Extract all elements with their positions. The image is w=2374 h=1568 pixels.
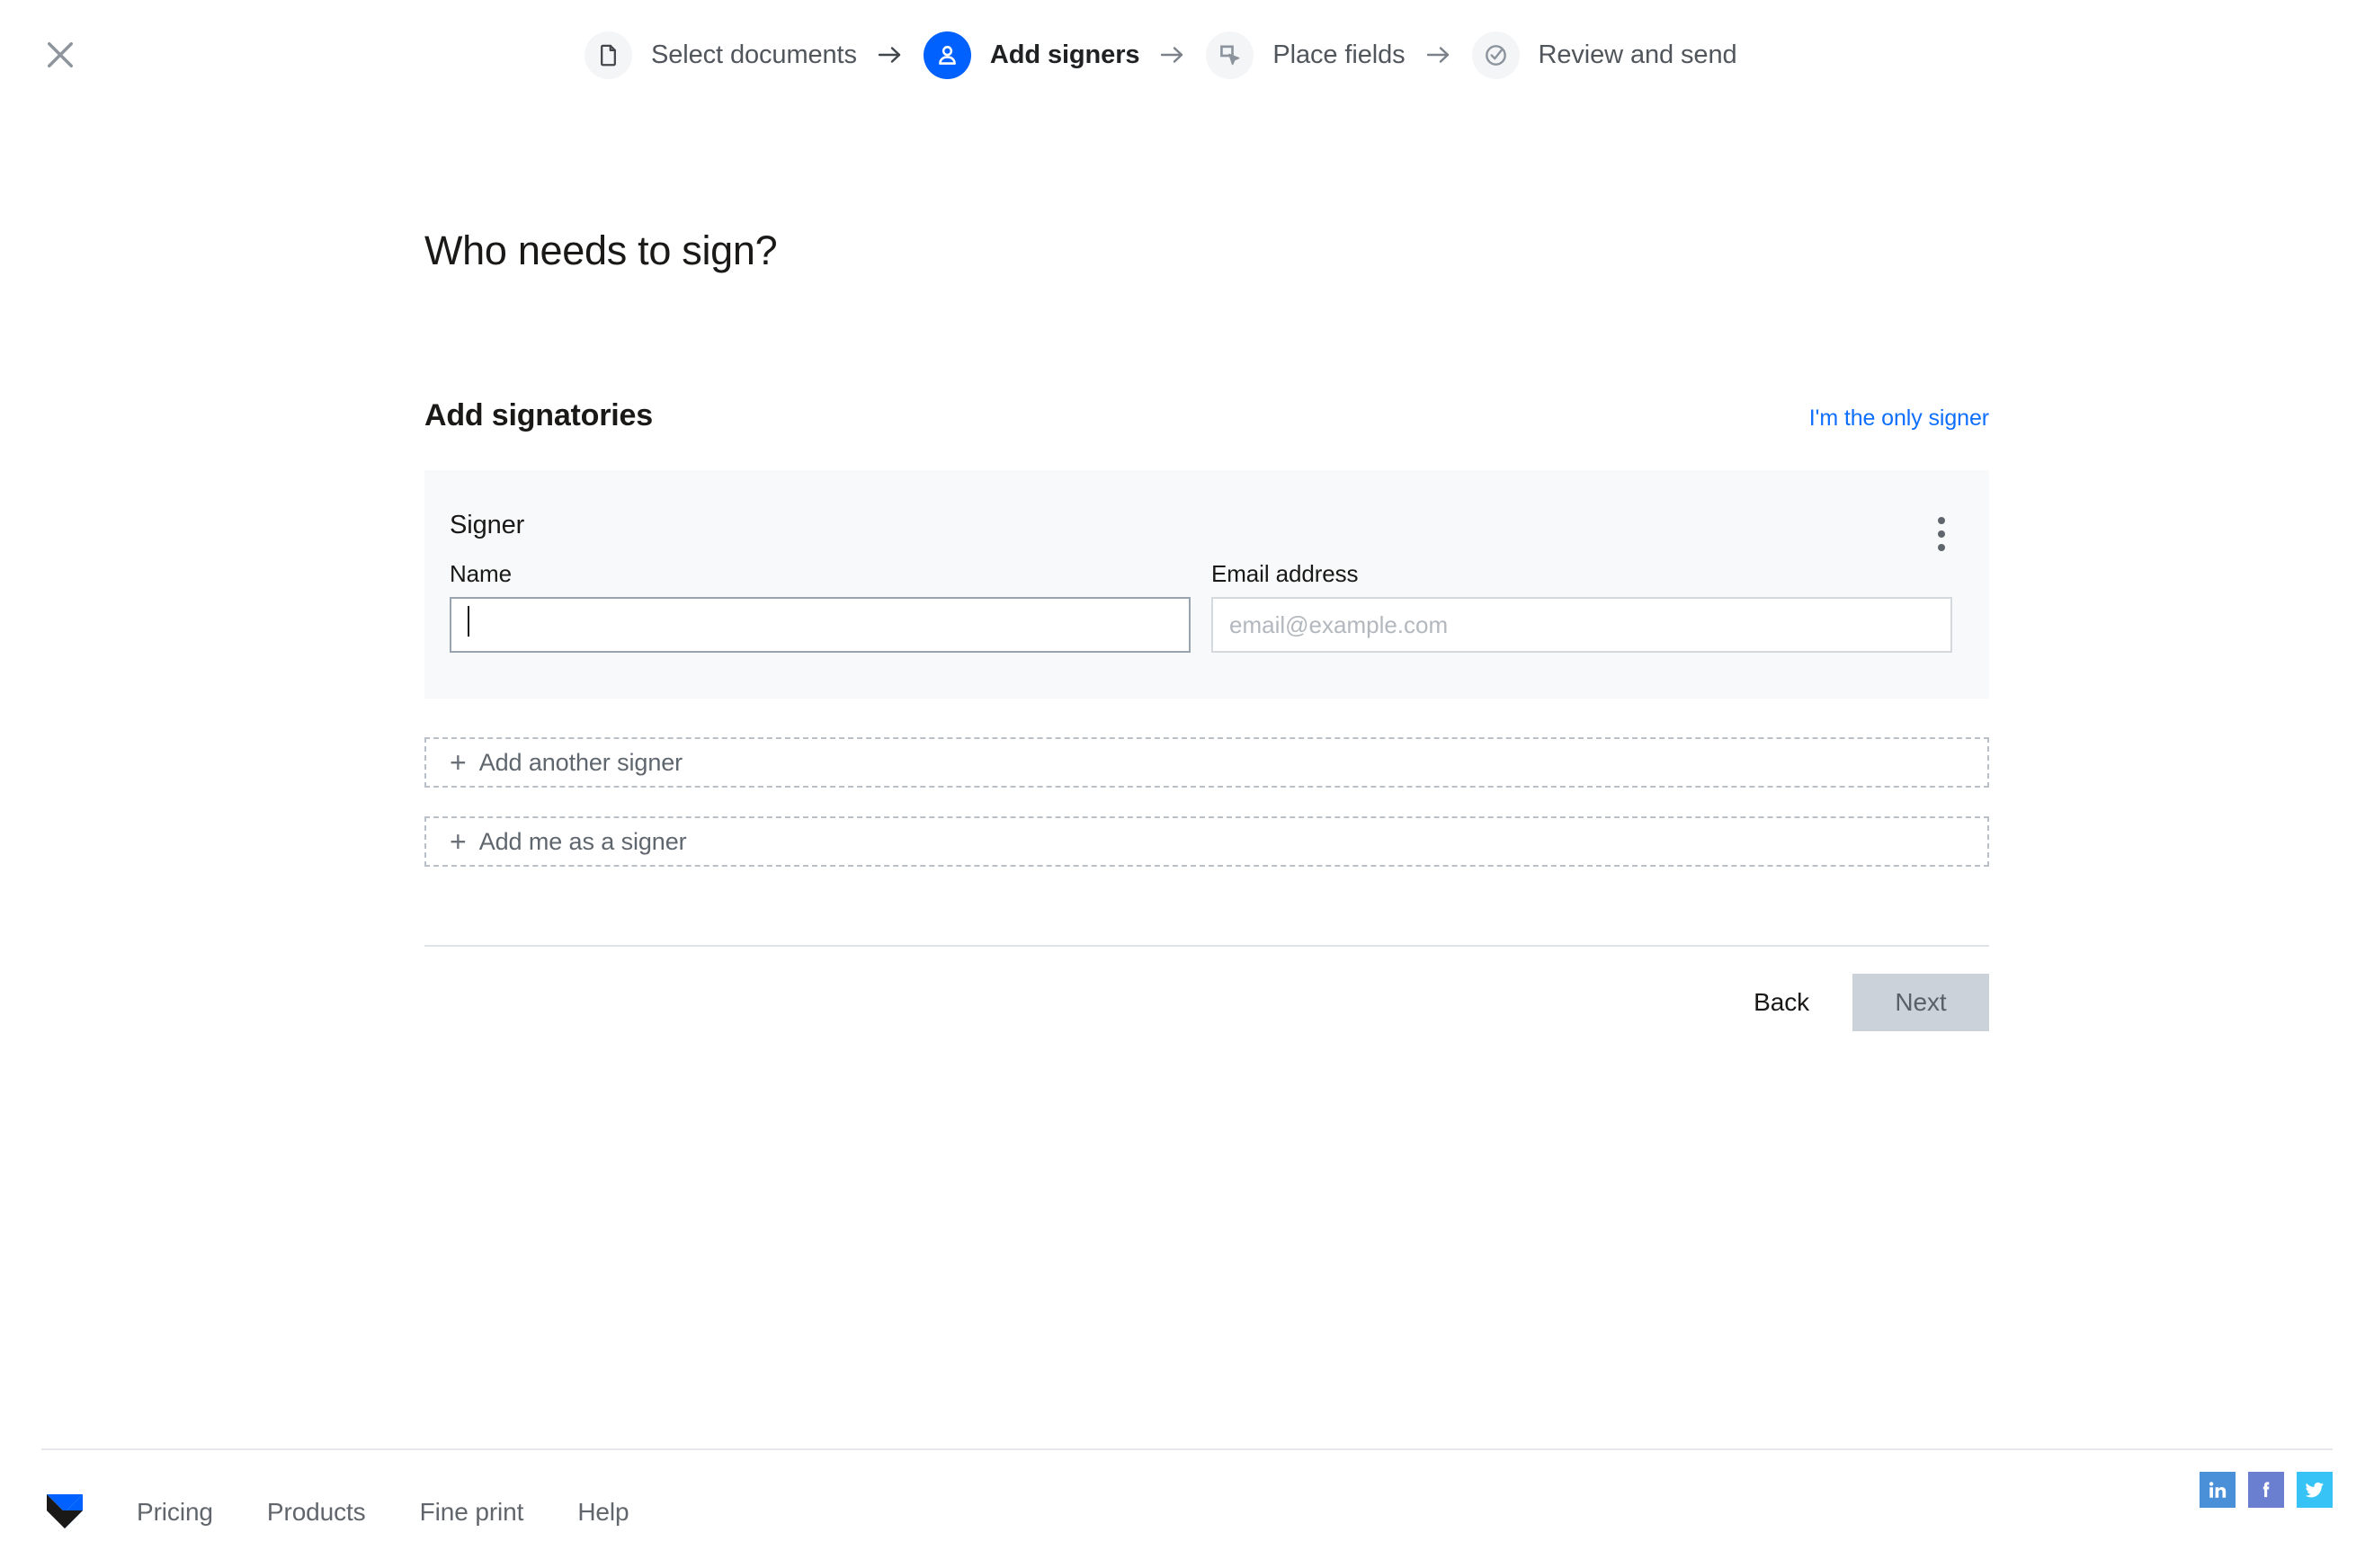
add-another-signer-label: Add another signer xyxy=(479,749,683,777)
document-icon xyxy=(585,31,632,79)
step-select-documents[interactable]: Select documents xyxy=(585,31,857,79)
footer-link-pricing[interactable]: Pricing xyxy=(137,1498,213,1527)
step-label: Review and send xyxy=(1539,40,1737,70)
signer-fields-row: Name Email address xyxy=(450,560,1964,653)
section-title: Add signatories xyxy=(424,398,653,433)
step-label: Place fields xyxy=(1272,40,1405,70)
only-signer-link[interactable]: I'm the only signer xyxy=(1809,405,1989,432)
name-field-group: Name xyxy=(450,560,1191,653)
signer-options-kebab-icon[interactable] xyxy=(1926,514,1957,554)
check-circle-icon xyxy=(1472,31,1520,79)
hellosign-logo[interactable] xyxy=(45,1492,85,1532)
page-title: Who needs to sign? xyxy=(424,227,777,274)
footer-link-help[interactable]: Help xyxy=(577,1498,629,1527)
step-label: Add signers xyxy=(990,40,1140,70)
section-header: Add signatories I'm the only signer xyxy=(424,398,1989,443)
footer: Pricing Products Fine print Help xyxy=(0,1448,2374,1568)
close-icon[interactable] xyxy=(31,25,90,85)
step-review-and-send[interactable]: Review and send xyxy=(1472,31,1737,79)
footer-social-links xyxy=(2200,1472,2333,1508)
person-icon xyxy=(924,31,971,79)
plus-icon: + xyxy=(450,748,467,777)
twitter-icon[interactable] xyxy=(2297,1472,2333,1508)
plus-icon: + xyxy=(450,827,467,856)
footer-link-products[interactable]: Products xyxy=(267,1498,366,1527)
step-label: Select documents xyxy=(651,40,857,70)
signer-card: Signer Name Email address xyxy=(424,470,1989,699)
signer-email-input[interactable] xyxy=(1211,597,1952,653)
top-bar: Select documents Add signers xyxy=(0,0,2374,108)
section-divider xyxy=(424,945,1989,947)
facebook-icon[interactable] xyxy=(2248,1472,2284,1508)
signer-heading: Signer xyxy=(450,511,524,540)
back-button[interactable]: Back xyxy=(1734,977,1829,1028)
add-another-signer-button[interactable]: + Add another signer xyxy=(424,737,1989,788)
step-add-signers[interactable]: Add signers xyxy=(924,31,1140,79)
email-label: Email address xyxy=(1211,560,1952,588)
cursor-field-icon xyxy=(1206,31,1254,79)
step-place-fields[interactable]: Place fields xyxy=(1206,31,1405,79)
wizard-navigation: Back Next xyxy=(1734,974,1989,1031)
add-me-as-signer-label: Add me as a signer xyxy=(479,828,687,856)
email-field-group: Email address xyxy=(1211,560,1952,653)
footer-nav: Pricing Products Fine print Help xyxy=(45,1492,629,1532)
step-arrow-icon xyxy=(1160,45,1185,65)
add-me-as-signer-button[interactable]: + Add me as a signer xyxy=(424,816,1989,867)
step-arrow-icon xyxy=(878,45,903,65)
name-label: Name xyxy=(450,560,1191,588)
step-arrow-icon xyxy=(1426,45,1451,65)
progress-stepper: Select documents Add signers xyxy=(585,25,1737,85)
next-button[interactable]: Next xyxy=(1852,974,1989,1031)
text-cursor xyxy=(468,606,469,637)
linkedin-icon[interactable] xyxy=(2200,1472,2236,1508)
footer-link-fine-print[interactable]: Fine print xyxy=(420,1498,524,1527)
signer-name-input[interactable] xyxy=(450,597,1191,653)
